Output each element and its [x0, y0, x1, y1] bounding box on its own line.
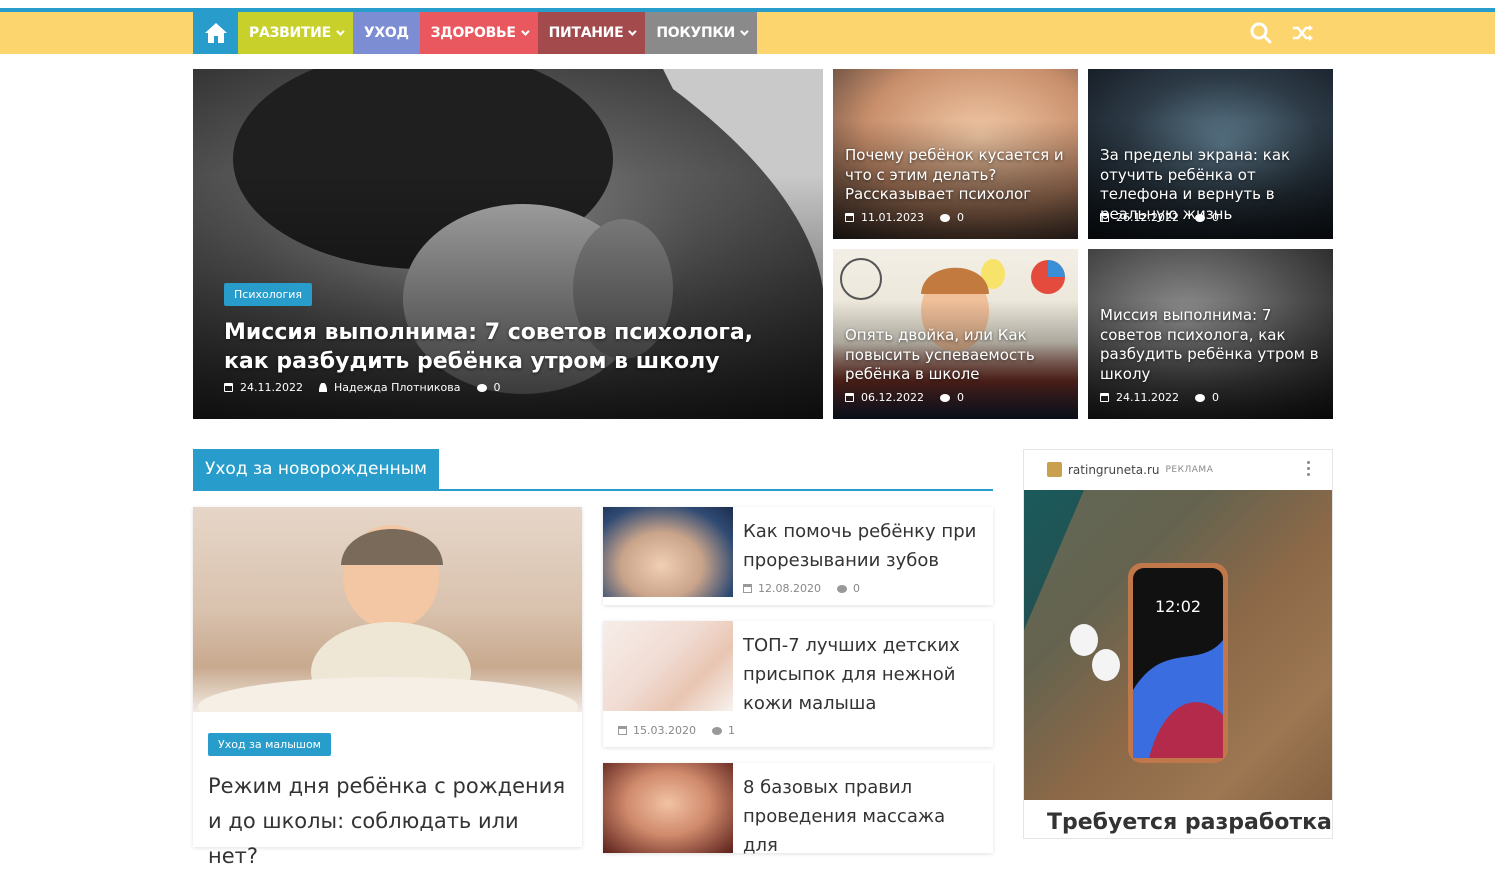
- featured-tile-1[interactable]: Почему ребёнок кусается и что с этим дел…: [833, 69, 1078, 239]
- ad-domain[interactable]: ratingruneta.ru: [1068, 463, 1160, 477]
- post-meta: 11.01.2023 0: [845, 211, 964, 224]
- ad-image[interactable]: 12:02: [1024, 490, 1332, 800]
- featured-main-tile[interactable]: Психология Миссия выполнима: 7 советов п…: [193, 69, 823, 419]
- comment-icon: [1194, 393, 1205, 402]
- small-post-card[interactable]: 8 базовых правил проведения массажа для: [603, 763, 993, 856]
- comment-count[interactable]: 0: [853, 582, 860, 595]
- post-date: 11.01.2023: [861, 211, 924, 224]
- post-meta: 15.03.2020 1: [618, 724, 735, 737]
- nav-item-label: ЗДОРОВЬЕ: [430, 25, 516, 41]
- post-meta: 24.11.2022 0: [1100, 391, 1219, 404]
- calendar-icon: [1100, 393, 1109, 402]
- post-meta: 06.12.2022 0: [845, 391, 964, 404]
- nav-item-label: ПИТАНИЕ: [548, 25, 624, 41]
- comment-count[interactable]: 0: [1212, 211, 1219, 224]
- phone-photo: 12:02: [1024, 490, 1332, 800]
- main-navbar: РАЗВИТИЕ УХОД ЗДОРОВЬЕ ПИТАНИЕ ПОКУПКИ: [0, 12, 1495, 54]
- calendar-icon: [845, 393, 854, 402]
- chevron-down-icon: [628, 27, 638, 36]
- home-icon: [204, 23, 227, 43]
- shuffle-icon[interactable]: [1292, 23, 1314, 43]
- comment-icon: [836, 584, 847, 593]
- category-tag[interactable]: Уход за малышом: [208, 733, 331, 756]
- post-date: 24.11.2022: [240, 381, 303, 394]
- post-thumbnail[interactable]: [603, 621, 733, 711]
- small-post-card[interactable]: ТОП-7 лучших детских присыпок для нежной…: [603, 621, 993, 747]
- comment-icon: [476, 383, 487, 392]
- calendar-icon: [743, 584, 752, 593]
- big-post-title[interactable]: Режим дня ребёнка с рождения и до школы:…: [208, 769, 573, 874]
- section-title[interactable]: Уход за новорожденным: [193, 449, 439, 489]
- calendar-icon: [845, 213, 854, 222]
- calendar-icon: [1100, 213, 1109, 222]
- nav-item-pitanie[interactable]: ПИТАНИЕ: [537, 12, 646, 54]
- post-thumbnail[interactable]: [603, 763, 733, 853]
- comment-icon: [1194, 213, 1205, 222]
- small-post-title[interactable]: ТОП-7 лучших детских присыпок для нежной…: [743, 631, 983, 718]
- more-options-icon[interactable]: [1307, 461, 1311, 477]
- search-icon[interactable]: [1250, 22, 1272, 44]
- calendar-icon: [224, 383, 233, 392]
- post-date: 15.03.2020: [633, 724, 696, 737]
- small-post-title[interactable]: Как помочь ребёнку при прорезывании зубо…: [743, 517, 983, 575]
- section-header: Уход за новорожденным: [193, 449, 993, 491]
- chevron-down-icon: [740, 27, 749, 36]
- ad-logo-icon: [1047, 462, 1062, 477]
- post-date: 24.11.2022: [1116, 391, 1179, 404]
- category-tag[interactable]: Психология: [224, 283, 313, 306]
- nav-item-razvitie[interactable]: РАЗВИТИЕ: [238, 12, 353, 54]
- post-meta: 24.11.2022 Надежда Плотникова 0: [224, 381, 501, 394]
- nav-item-label: ПОКУПКИ: [656, 25, 735, 41]
- comment-count[interactable]: 0: [957, 211, 964, 224]
- comment-count[interactable]: 0: [494, 381, 501, 394]
- ad-label: РЕКЛАМА: [1165, 464, 1214, 475]
- baby-image[interactable]: [193, 507, 582, 712]
- calendar-icon: [618, 726, 627, 735]
- featured-tile-3[interactable]: Опять двойка, или Как повысить успеваемо…: [833, 249, 1078, 419]
- nav-item-pokupki[interactable]: ПОКУПКИ: [645, 12, 757, 54]
- chevron-down-icon: [336, 27, 345, 36]
- comment-icon: [939, 213, 950, 222]
- baby-photo: [198, 525, 578, 712]
- nav-item-uhod[interactable]: УХОД: [352, 12, 420, 54]
- post-thumbnail[interactable]: [603, 507, 733, 597]
- comment-icon: [711, 726, 722, 735]
- post-author[interactable]: Надежда Плотникова: [334, 381, 461, 394]
- tile-title[interactable]: Почему ребёнок кусается и что с этим дел…: [845, 146, 1070, 205]
- post-meta: 12.08.2020 0: [743, 582, 860, 595]
- phone-clock: 12:02: [1155, 597, 1201, 616]
- post-date: 12.08.2020: [758, 582, 821, 595]
- chevron-down-icon: [520, 27, 530, 36]
- featured-tile-4[interactable]: Миссия выполнима: 7 советов психолога, к…: [1088, 249, 1333, 419]
- ad-block[interactable]: ratingruneta.ru РЕКЛАМА 12:02 Требуется …: [1023, 449, 1333, 839]
- comment-icon: [939, 393, 950, 402]
- nav-item-label: РАЗВИТИЕ: [249, 25, 331, 41]
- home-button[interactable]: [193, 12, 238, 54]
- small-post-title[interactable]: 8 базовых правил проведения массажа для: [743, 773, 983, 860]
- post-meta: 26.12.2022 0: [1100, 211, 1219, 224]
- tile-title[interactable]: Опять двойка, или Как повысить успеваемо…: [845, 326, 1070, 385]
- comment-count[interactable]: 0: [957, 391, 964, 404]
- nav-item-label: УХОД: [363, 25, 409, 41]
- featured-tile-2[interactable]: За пределы экрана: как отучить ребёнка о…: [1088, 69, 1333, 239]
- nav-menu: РАЗВИТИЕ УХОД ЗДОРОВЬЕ ПИТАНИЕ ПОКУПКИ: [193, 12, 757, 54]
- big-post-card[interactable]: Уход за малышом Режим дня ребёнка с рожд…: [193, 507, 582, 868]
- post-date: 06.12.2022: [861, 391, 924, 404]
- ad-header: ratingruneta.ru РЕКЛАМА: [1047, 462, 1213, 477]
- nav-tools: [1250, 12, 1314, 54]
- tile-title[interactable]: Миссия выполнима: 7 советов психолога, к…: [1100, 306, 1325, 384]
- comment-count[interactable]: 1: [728, 724, 735, 737]
- small-post-card[interactable]: Как помочь ребёнку при прорезывании зубо…: [603, 507, 993, 605]
- user-icon: [318, 383, 327, 392]
- ad-headline[interactable]: Требуется разработка: [1047, 810, 1332, 835]
- comment-count[interactable]: 0: [1212, 391, 1219, 404]
- featured-main-title[interactable]: Миссия выполнима: 7 советов психолога, к…: [224, 318, 784, 376]
- nav-item-zdorovie[interactable]: ЗДОРОВЬЕ: [419, 12, 538, 54]
- post-date: 26.12.2022: [1116, 211, 1179, 224]
